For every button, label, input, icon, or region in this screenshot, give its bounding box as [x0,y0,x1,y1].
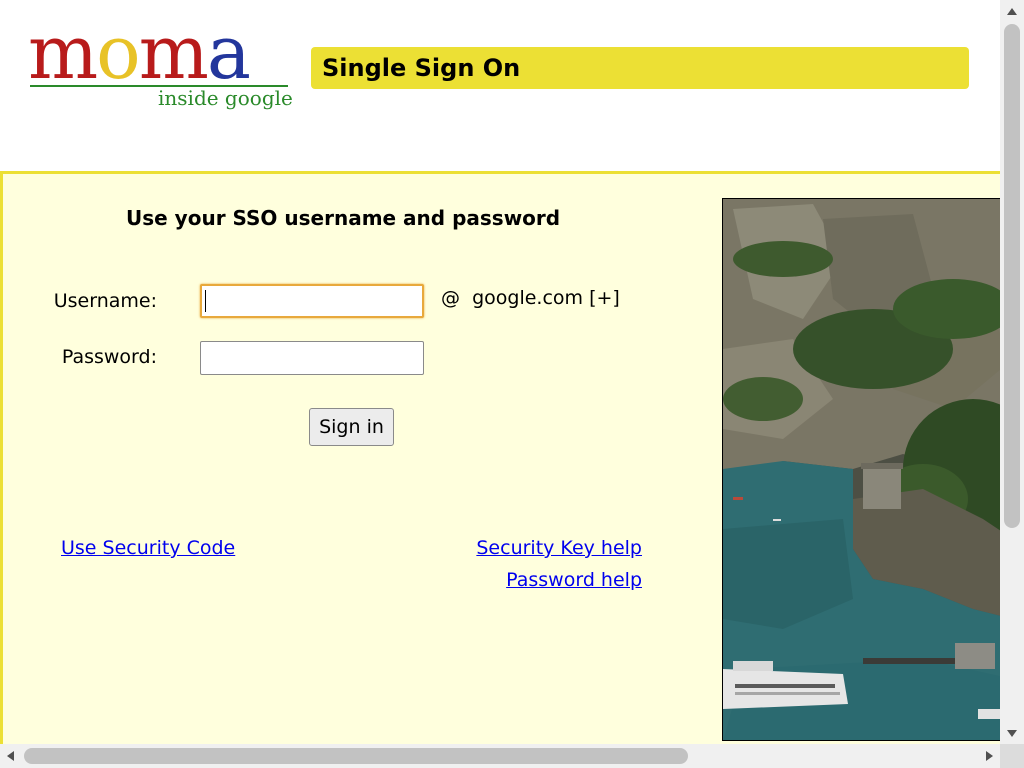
security-key-help-link[interactable]: Security Key help [476,537,642,559]
password-input[interactable] [200,341,424,375]
page-viewport: moma inside google Single Sign On Use yo… [0,0,1000,744]
scroll-right-arrow-icon[interactable] [986,751,993,761]
coastal-cliff-harbor-photo [722,198,1000,741]
username-label: Username: [53,290,157,312]
page-title: Single Sign On [322,54,521,82]
logo-letter: m [138,10,209,96]
scroll-left-arrow-icon[interactable] [7,751,14,761]
photo-illustration [723,199,1000,740]
use-security-code-link[interactable]: Use Security Code [61,537,235,559]
password-label: Password: [61,346,157,368]
domain-suffix[interactable]: @ google.com [+] [441,287,620,309]
form-heading: Use your SSO username and password [126,206,561,230]
page-title-bar: Single Sign On [311,47,969,89]
moma-logo: moma inside google [28,10,298,118]
sign-in-button[interactable]: Sign in [309,408,394,446]
logo-wordmark: moma [28,10,251,96]
scroll-down-arrow-icon[interactable] [1007,730,1017,737]
logo-letter: o [96,10,141,96]
password-help-link[interactable]: Password help [506,569,642,591]
logo-letter: a [206,10,251,96]
scrollbar-corner [1000,744,1024,768]
logo-letter: m [28,10,98,96]
vertical-scrollbar-thumb[interactable] [1004,24,1020,528]
horizontal-scrollbar-thumb[interactable] [24,748,688,764]
logo-tagline: inside google [158,86,293,110]
text-cursor [205,290,206,312]
username-input[interactable] [200,284,424,318]
scroll-up-arrow-icon[interactable] [1007,8,1017,15]
